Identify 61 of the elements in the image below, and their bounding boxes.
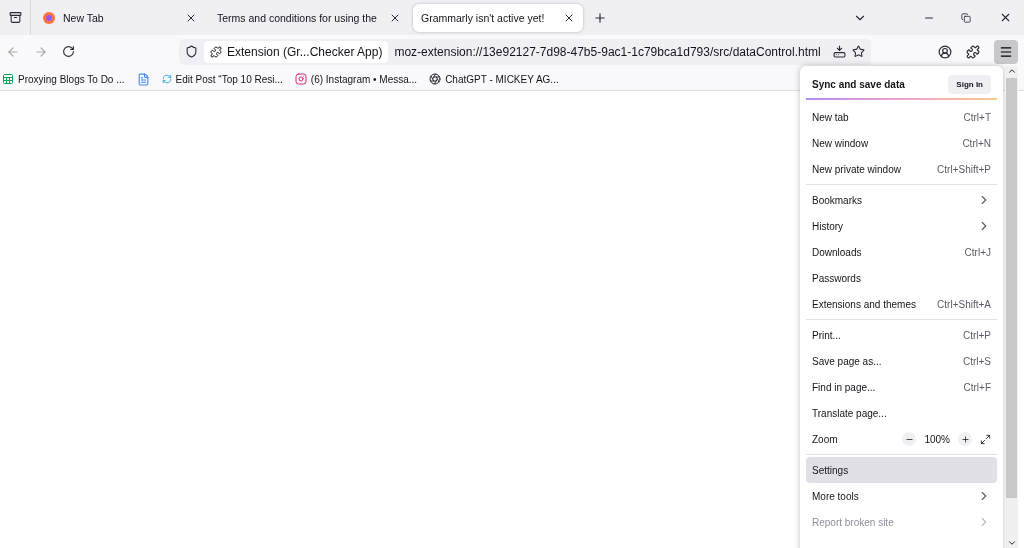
menu-icon <box>999 44 1013 59</box>
shortcut-label: Ctrl+S <box>962 355 991 367</box>
zoom-label: Zoom <box>812 433 838 445</box>
menu-item[interactable]: New private window Ctrl+Shift+P <box>806 156 997 182</box>
sync-icon <box>161 74 172 84</box>
browser-tab[interactable]: New Tab <box>35 3 205 32</box>
bookmark[interactable]: Proxying Blogs To Do ... <box>2 73 125 85</box>
document-icon[interactable] <box>136 72 150 86</box>
fullscreen-icon[interactable] <box>980 433 991 445</box>
menu-item[interactable]: New tab Ctrl+T <box>806 104 997 130</box>
browser-tab[interactable]: Grammarly isn't active yet! <box>413 3 583 32</box>
menu-item[interactable]: Find in page... Ctrl+F <box>806 374 997 400</box>
bookmark[interactable]: Edit Post “Top 10 Resi... <box>161 73 283 85</box>
star-icon[interactable] <box>852 45 865 58</box>
spreadsheet-icon <box>2 73 14 85</box>
menu-item[interactable]: Extensions and themes Ctrl+Shift+A <box>806 291 997 317</box>
zoom-value[interactable]: 100% <box>924 433 950 445</box>
menu-item[interactable]: Settings <box>806 457 997 483</box>
account-icon[interactable] <box>938 44 952 59</box>
puzzle-icon <box>210 45 222 58</box>
url-text: moz-extension://13e92127-7d98-47b5-9ac1-1c79bca1d793/src/dataControl.html <box>394 44 822 59</box>
menu-item[interactable]: Downloads Ctrl+J <box>806 239 997 265</box>
plus-icon[interactable] <box>593 10 607 25</box>
address-bar[interactable]: Extension (Gr...Checker App) moz-extension://13e92127-7d98-47b5-9ac1-1c79bca1d793/src/dataControl.html <box>179 38 871 65</box>
shortcut-label: Ctrl+F <box>963 381 991 393</box>
bookmark[interactable]: (6) Instagram • Messa... <box>294 73 418 85</box>
plus-icon <box>960 434 970 444</box>
menu-item[interactable]: Print... Ctrl+P <box>806 322 997 348</box>
menu-item[interactable]: Bookmarks <box>806 187 997 213</box>
close-icon[interactable] <box>999 11 1012 24</box>
tab-list-icon[interactable] <box>8 11 22 24</box>
shortcut-label: Ctrl+Shift+P <box>937 163 991 175</box>
browser-tab[interactable]: Terms and conditions for using the <box>209 3 409 32</box>
identity-label[interactable]: Extension (Gr...Checker App) <box>204 40 389 63</box>
reload-icon[interactable] <box>62 45 75 58</box>
bookmark[interactable]: ChatGPT - MICKEY AG... <box>429 73 559 85</box>
menu-header: Sync and save data <box>812 78 905 90</box>
chevron-up-icon[interactable] <box>1006 66 1017 76</box>
zoom-out-button[interactable] <box>902 432 917 446</box>
menu-button[interactable] <box>994 39 1018 64</box>
shortcut-label: Ctrl+P <box>962 329 991 341</box>
menu-item[interactable]: History <box>806 213 997 239</box>
zoom-in-button[interactable] <box>958 432 972 446</box>
restore-icon[interactable] <box>961 12 971 23</box>
menu-item[interactable]: Translate page... <box>806 400 997 426</box>
camera-icon <box>294 73 307 85</box>
chevron-down-icon[interactable] <box>1006 538 1017 548</box>
puzzle-icon[interactable] <box>966 44 980 59</box>
shortcut-label: Ctrl+J <box>964 246 991 258</box>
menu-item[interactable]: Save page as... Ctrl+S <box>806 348 997 374</box>
scrollbar[interactable] <box>1005 66 1018 548</box>
shield-icon[interactable] <box>185 45 198 58</box>
menu-item[interactable]: More tools <box>806 483 997 509</box>
shortcut-label: Ctrl+Shift+A <box>937 298 991 310</box>
shortcut-label: Ctrl+N <box>962 137 991 149</box>
sign-in-button[interactable]: Sign In <box>948 74 991 94</box>
menu-item[interactable]: New window Ctrl+N <box>806 130 997 156</box>
shortcut-label: Ctrl+T <box>963 111 991 123</box>
download-icon[interactable] <box>833 45 846 58</box>
knot-icon <box>429 73 442 85</box>
menu-item[interactable]: Passwords <box>806 265 997 291</box>
